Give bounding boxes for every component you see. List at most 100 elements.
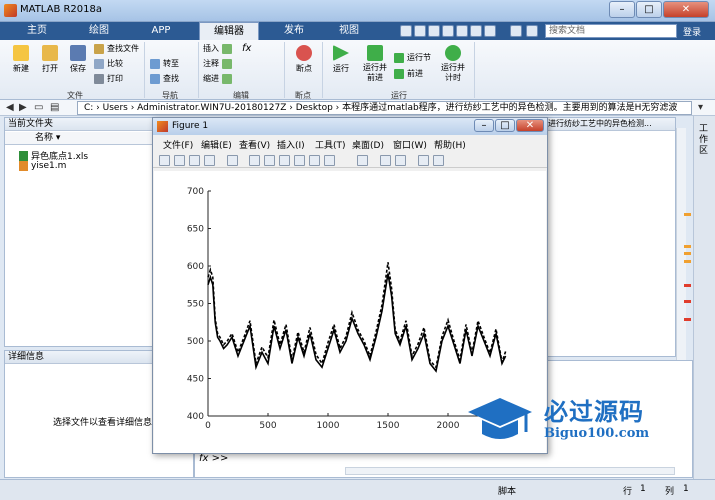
editor-tab[interactable]: 进行纺纱工艺中的异色检测... bbox=[545, 118, 675, 131]
minimize-button[interactable]: – bbox=[609, 1, 635, 18]
code-analyzer-mark[interactable] bbox=[684, 260, 691, 263]
run-button[interactable]: 运行 bbox=[328, 45, 354, 74]
row-label: 行 bbox=[623, 487, 633, 497]
advance-button[interactable]: 前进 bbox=[394, 68, 423, 79]
run-time-label: 运行并 计时 bbox=[441, 63, 465, 82]
code-analyzer-mark[interactable] bbox=[684, 318, 691, 321]
insert-button[interactable]: 插入 bbox=[203, 43, 232, 54]
menu-view[interactable]: 查看(V) bbox=[239, 138, 270, 151]
close-button[interactable]: ✕ bbox=[663, 1, 709, 18]
brush-icon[interactable] bbox=[324, 155, 335, 166]
new-button[interactable]: 新建 bbox=[8, 45, 34, 74]
window-title: MATLAB R2018a bbox=[20, 4, 103, 15]
compare-label: 比较 bbox=[107, 59, 123, 68]
y-tick-label: 500 bbox=[187, 337, 204, 347]
quick-redo-icon[interactable] bbox=[470, 25, 482, 37]
quick-paste-icon[interactable] bbox=[442, 25, 454, 37]
menu-desktop[interactable]: 桌面(D) bbox=[352, 138, 384, 151]
goto-button[interactable]: 转至 bbox=[150, 58, 179, 69]
open-file-icon[interactable] bbox=[174, 155, 185, 166]
forward-icon[interactable]: ▶ bbox=[19, 102, 27, 113]
file-type-status: 脚本 bbox=[498, 487, 517, 497]
tab-publish[interactable]: 发布 bbox=[265, 22, 323, 40]
current-folder-panel: 当前文件夹 名称 ▾ 异色底点1.xls yise1.m bbox=[4, 117, 153, 347]
breakpoints-label: 断点 bbox=[296, 64, 312, 73]
find-button[interactable]: 查找 bbox=[150, 73, 179, 84]
save-figure-icon[interactable] bbox=[189, 155, 200, 166]
collapse-ribbon-icon[interactable] bbox=[526, 25, 538, 37]
code-analyzer-mark[interactable] bbox=[684, 245, 691, 248]
breakpoints-button[interactable]: 断点 bbox=[290, 45, 318, 74]
print-button[interactable]: 打印 bbox=[94, 73, 123, 84]
edit-plot-icon[interactable] bbox=[227, 155, 238, 166]
back-icon[interactable]: ◀ bbox=[6, 102, 14, 113]
command-prompt[interactable]: fx >> bbox=[199, 453, 228, 464]
current-path-field[interactable]: C: › Users › Administrator.WIN7U-2018012… bbox=[77, 101, 692, 115]
browse-folder-icon[interactable]: ▤ bbox=[50, 102, 59, 113]
quick-cut-icon[interactable] bbox=[414, 25, 426, 37]
run-time-button[interactable]: 运行并 计时 bbox=[436, 45, 470, 83]
quick-switch-icon[interactable] bbox=[484, 25, 496, 37]
rotate-3d-icon[interactable] bbox=[294, 155, 305, 166]
quick-undo-icon[interactable] bbox=[456, 25, 468, 37]
menu-help[interactable]: 帮助(H) bbox=[434, 138, 466, 151]
show-plot-tools-icon[interactable] bbox=[433, 155, 444, 166]
compare-button[interactable]: 比较 bbox=[94, 58, 123, 69]
horizontal-scrollbar[interactable] bbox=[345, 467, 675, 475]
code-analyzer-mark[interactable] bbox=[684, 300, 691, 303]
tab-plots[interactable]: 绘图 bbox=[70, 22, 128, 40]
tab-view[interactable]: 视图 bbox=[320, 22, 378, 40]
search-docs-input[interactable]: 搜索文档 bbox=[545, 24, 677, 38]
tab-home[interactable]: 主页 bbox=[8, 22, 66, 40]
zoom-in-icon[interactable] bbox=[249, 155, 260, 166]
data-cursor-icon[interactable] bbox=[309, 155, 320, 166]
link-plot-icon[interactable] bbox=[357, 155, 368, 166]
code-analyzer-mark[interactable] bbox=[684, 252, 691, 255]
figure-maximize-button[interactable]: □ bbox=[495, 119, 515, 132]
menu-window[interactable]: 窗口(W) bbox=[393, 138, 427, 151]
quick-save-icon[interactable] bbox=[400, 25, 412, 37]
figure-titlebar[interactable]: Figure 1 – □ ✕ bbox=[153, 118, 547, 135]
comment-button[interactable]: 注释 bbox=[203, 58, 232, 69]
menu-edit[interactable]: 编辑(E) bbox=[201, 138, 232, 151]
code-analyzer-mark[interactable] bbox=[684, 213, 691, 216]
new-figure-icon[interactable] bbox=[159, 155, 170, 166]
tab-apps[interactable]: APP bbox=[132, 22, 190, 40]
menu-tools[interactable]: 工具(T) bbox=[315, 138, 346, 151]
save-button[interactable]: 保存 bbox=[65, 45, 91, 74]
path-dropdown-icon[interactable]: ▾ bbox=[698, 102, 703, 113]
pan-icon[interactable] bbox=[279, 155, 290, 166]
menu-insert[interactable]: 插入(I) bbox=[277, 138, 305, 151]
graduation-cap-icon bbox=[468, 398, 532, 439]
run-advance-button[interactable]: 运行并 前进 bbox=[358, 45, 392, 83]
indent-button[interactable]: 缩进 bbox=[203, 73, 232, 84]
find-label: 查找 bbox=[163, 74, 179, 83]
print-figure-icon[interactable] bbox=[204, 155, 215, 166]
run-section-button[interactable]: 运行节 bbox=[394, 52, 431, 63]
workspace-label[interactable]: 工作区 bbox=[699, 124, 711, 157]
x-tick-label: 1000 bbox=[317, 421, 340, 431]
find-icon bbox=[150, 73, 160, 84]
file-item[interactable]: yise1.m bbox=[19, 161, 66, 171]
tab-editor[interactable]: 编辑器 bbox=[199, 22, 259, 41]
maximize-button[interactable]: □ bbox=[636, 1, 662, 18]
figure-close-button[interactable]: ✕ bbox=[516, 119, 544, 132]
y-tick-label: 400 bbox=[187, 412, 204, 422]
menu-file[interactable]: 文件(F) bbox=[163, 138, 193, 151]
hide-plot-tools-icon[interactable] bbox=[418, 155, 429, 166]
zoom-out-icon[interactable] bbox=[264, 155, 275, 166]
fx-button[interactable]: fx bbox=[242, 43, 251, 54]
colorbar-icon[interactable] bbox=[380, 155, 391, 166]
find-files-button[interactable]: 查找文件 bbox=[94, 43, 139, 54]
help-icon[interactable] bbox=[510, 25, 522, 37]
login-link[interactable]: 登录 bbox=[683, 25, 701, 38]
code-analyzer-mark[interactable] bbox=[684, 284, 691, 287]
name-column-header[interactable]: 名称 ▾ bbox=[5, 132, 152, 145]
quick-copy-icon[interactable] bbox=[428, 25, 440, 37]
legend-icon[interactable] bbox=[395, 155, 406, 166]
open-button[interactable]: 打开 bbox=[37, 45, 63, 74]
status-bar: 脚本 行 1 列 1 bbox=[0, 479, 715, 500]
figure-minimize-button[interactable]: – bbox=[474, 119, 494, 132]
ribbon-separator bbox=[474, 42, 475, 98]
up-folder-icon[interactable]: ▭ bbox=[34, 102, 43, 113]
